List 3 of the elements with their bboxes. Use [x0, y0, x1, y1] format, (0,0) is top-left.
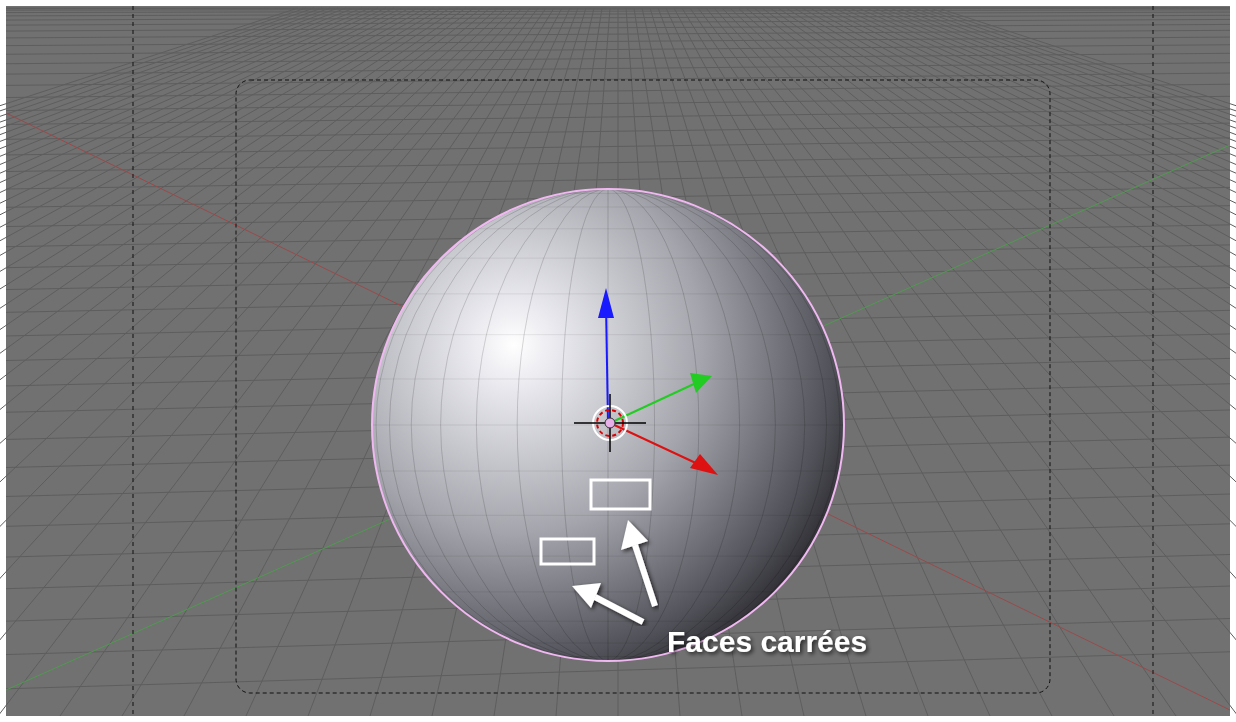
highlight-rectangle — [539, 537, 596, 566]
highlight-rectangle — [589, 478, 652, 511]
3d-cursor-icon — [573, 393, 647, 453]
